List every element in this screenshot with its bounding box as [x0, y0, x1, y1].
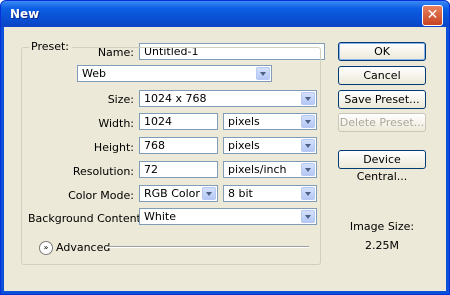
device-central-button[interactable]: Device Central...: [338, 150, 426, 183]
width-unit-select[interactable]: pixels: [223, 113, 317, 130]
preset-select[interactable]: Web: [77, 65, 272, 82]
chevron-down-icon[interactable]: [301, 187, 315, 200]
chevron-down-icon[interactable]: [202, 187, 216, 200]
cancel-button[interactable]: Cancel: [338, 66, 426, 85]
resolution-unit-value: pixels/inch: [228, 163, 287, 176]
advanced-divider: [107, 246, 309, 248]
height-unit-select[interactable]: pixels: [223, 137, 317, 154]
size-label: Size:: [107, 93, 134, 106]
background-contents-select[interactable]: White: [139, 208, 317, 225]
width-field[interactable]: 1024: [139, 113, 218, 130]
color-mode-select[interactable]: RGB Color: [139, 185, 218, 202]
image-size-value: 2.25M: [365, 239, 399, 252]
chevron-down-icon[interactable]: [256, 67, 270, 80]
close-icon[interactable]: ✕: [422, 5, 443, 26]
width-unit-value: pixels: [228, 115, 260, 128]
image-size-label: Image Size:: [349, 220, 415, 233]
size-value: 1024 x 768: [144, 92, 207, 105]
color-mode-label: Color Mode:: [68, 189, 134, 202]
chevron-down-icon[interactable]: [301, 139, 315, 152]
chevron-down-icon[interactable]: [301, 115, 315, 128]
bit-depth-value: 8 bit: [228, 187, 253, 200]
dialog-title: New: [10, 7, 40, 21]
height-label: Height:: [93, 141, 134, 154]
ok-button[interactable]: OK: [338, 42, 426, 61]
preset-value: Web: [82, 67, 106, 80]
preset-label: Preset:: [29, 40, 73, 56]
background-contents-label: Background Contents:: [28, 212, 151, 225]
size-select[interactable]: 1024 x 768: [139, 90, 317, 107]
chevron-down-icon[interactable]: [301, 163, 315, 176]
title-bar: New ✕: [1, 1, 449, 27]
width-label: Width:: [98, 117, 134, 130]
color-mode-value: RGB Color: [144, 187, 200, 200]
height-unit-value: pixels: [228, 139, 260, 152]
delete-preset-button: Delete Preset...: [338, 113, 426, 132]
background-contents-value: White: [144, 210, 176, 223]
chevron-down-icon[interactable]: [301, 210, 315, 223]
resolution-label: Resolution:: [72, 165, 134, 178]
bit-depth-select[interactable]: 8 bit: [223, 185, 317, 202]
resolution-field[interactable]: 72: [139, 161, 218, 178]
resolution-unit-select[interactable]: pixels/inch: [223, 161, 317, 178]
chevron-double-down-icon[interactable]: »: [39, 241, 53, 255]
save-preset-button[interactable]: Save Preset...: [338, 90, 426, 109]
height-field[interactable]: 768: [139, 137, 218, 154]
advanced-toggle[interactable]: Advanced: [56, 241, 110, 254]
chevron-down-icon[interactable]: [301, 92, 315, 105]
